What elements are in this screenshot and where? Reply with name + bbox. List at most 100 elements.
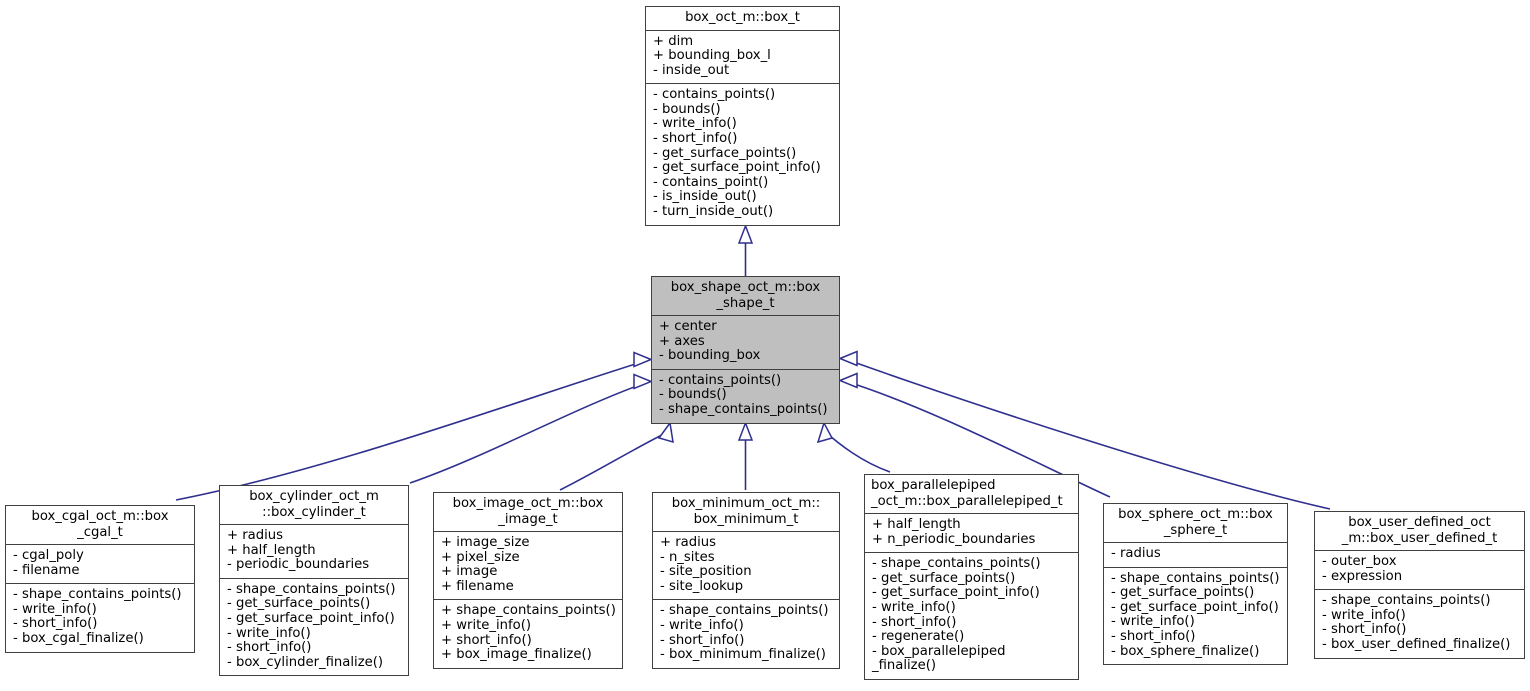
arrowhead-shape-right-lower — [838, 372, 858, 389]
attribute-row: + pixel_size — [441, 549, 520, 565]
method-row: - contains_point() — [653, 174, 769, 190]
arrowhead-shape-bottom-center — [737, 420, 754, 441]
arrowhead-shape-bottom-right — [816, 421, 834, 444]
method-row: - get_surface_points() — [872, 570, 1016, 586]
method-row: - write_info() — [13, 601, 97, 617]
class-node-box-user-defined-t[interactable]: box_user_defined_oct _m::box_user_define… — [1314, 511, 1525, 659]
method-row: - turn_inside_out() — [653, 204, 774, 220]
class-title-box-shape-t: box_shape_oct_m::box _shape_t — [670, 280, 821, 311]
class-diagram-canvas: box_t : vertical --> — [0, 0, 1530, 691]
attribute-row: - outer_box — [1322, 554, 1397, 569]
attribute-row: - periodic_boundaries — [227, 557, 370, 573]
method-row: - shape_contains_points() — [1322, 593, 1491, 609]
method-row: - shape_contains_points() — [872, 556, 1041, 572]
method-row: - is_inside_out() — [653, 189, 757, 205]
attribute-row: + filename — [441, 578, 514, 594]
method-row: + short_info() — [441, 632, 532, 648]
methods-box-minimum-t: - shape_contains_points() - write_info()… — [653, 600, 839, 667]
method-row: - get_surface_points() — [1111, 585, 1255, 601]
method-row: - shape_contains_points() — [660, 603, 829, 619]
class-node-box-t[interactable]: box_oct_m::box_t + dim + bounding_box_l … — [645, 6, 840, 226]
attribute-row: - expression — [1322, 568, 1403, 584]
class-title-box-user-defined-t: box_user_defined_oct _m::box_user_define… — [1341, 515, 1498, 546]
method-row: - bounds() — [659, 387, 727, 403]
method-row: - get_surface_point_info() — [227, 610, 395, 626]
method-row: - box_cgal_finalize() — [13, 630, 144, 646]
method-row: - write_info() — [227, 625, 311, 641]
class-node-box-sphere-t[interactable]: box_sphere_oct_m::box _sphere_t - radius… — [1103, 503, 1288, 666]
method-row: - shape_contains_points() — [1111, 570, 1280, 586]
methods-box-parallelepiped-t: - shape_contains_points() - get_surface_… — [865, 553, 1078, 679]
methods-box-sphere-t: - shape_contains_points() - get_surface_… — [1104, 568, 1287, 665]
arrowhead-shape-right-upper — [838, 350, 858, 367]
edge-box-cgal — [175, 360, 646, 501]
attributes-box-image-t: + image_size + pixel_size + image + file… — [434, 532, 622, 599]
attribute-row: - radius — [1111, 546, 1161, 561]
method-row: - write_info() — [872, 599, 956, 615]
method-row: - contains_points() — [653, 87, 776, 103]
class-node-box-shape-t[interactable]: box_shape_oct_m::box _shape_t + center +… — [651, 276, 840, 424]
method-row: - box_sphere_finalize() — [1111, 643, 1260, 659]
method-row: - get_surface_points() — [227, 596, 371, 612]
attributes-box-parallelepiped-t: + half_length + n_periodic_boundaries — [865, 514, 1078, 552]
attribute-row: - bounding_box — [659, 348, 761, 364]
method-row: - get_surface_points() — [653, 145, 797, 161]
attribute-row: + half_length — [872, 517, 961, 532]
methods-box-shape-t: - contains_points() - bounds() - shape_c… — [652, 370, 839, 423]
method-row: - shape_contains_points() — [227, 581, 396, 597]
method-row: - bounds() — [653, 101, 721, 117]
method-row: + shape_contains_points() — [441, 603, 616, 619]
attribute-row: - inside_out — [653, 62, 730, 78]
attribute-row: - site_lookup — [660, 578, 744, 594]
methods-box-t: - contains_points() - bounds() - write_i… — [646, 84, 839, 224]
methods-box-cylinder-t: - shape_contains_points() - get_surface_… — [220, 579, 408, 676]
edge-box-image — [559, 429, 673, 491]
method-row: - box_cylinder_finalize() — [227, 654, 384, 670]
class-title-box-minimum-t: box_minimum_oct_m:: box_minimum_t — [671, 496, 821, 527]
method-row: - short_info() — [1322, 622, 1407, 638]
attribute-row: + n_periodic_boundaries — [872, 531, 1036, 547]
attribute-row: + radius — [660, 535, 717, 550]
method-row: - short_info() — [1111, 628, 1196, 644]
class-title-box-cgal-t: box_cgal_oct_m::box _cgal_t — [31, 509, 169, 540]
class-node-box-cgal-t[interactable]: box_cgal_oct_m::box _cgal_t - cgal_poly … — [5, 505, 195, 653]
method-row: - regenerate() — [872, 629, 965, 645]
class-title-box-sphere-t: box_sphere_oct_m::box _sphere_t — [1118, 507, 1273, 538]
method-row: - write_info() — [1111, 614, 1195, 630]
method-row: - shape_contains_points() — [659, 401, 828, 417]
arrowhead-shape-bottom-left — [657, 421, 674, 444]
attribute-row: + image — [441, 564, 498, 580]
attribute-row: - filename — [13, 562, 80, 578]
attribute-row: - site_position — [660, 564, 752, 580]
attributes-box-cylinder-t: + radius + half_length - periodic_bounda… — [220, 525, 408, 578]
method-row: - short_info() — [227, 640, 312, 656]
method-row: + box_image_finalize() — [441, 647, 592, 663]
class-node-box-parallelepiped-t[interactable]: box_parallelepiped _oct_m::box_parallele… — [864, 474, 1079, 680]
class-node-box-image-t[interactable]: box_image_oct_m::box _image_t + image_si… — [433, 492, 623, 669]
attribute-row: + half_length — [227, 542, 316, 558]
method-row: - write_info() — [660, 617, 744, 633]
attribute-row: + image_size — [441, 535, 530, 550]
class-title-box-t: box_oct_m::box_t — [685, 10, 800, 25]
method-row: - short_info() — [653, 131, 738, 147]
method-row: - write_info() — [653, 116, 737, 132]
method-row: - get_surface_point_info() — [653, 160, 821, 176]
edge-box-parallelepiped — [822, 429, 891, 473]
arrowhead-shape-left-upper — [633, 351, 653, 368]
attribute-row: - n_sites — [660, 549, 715, 565]
class-node-box-cylinder-t[interactable]: box_cylinder_oct_m ::box_cylinder_t + ra… — [219, 485, 409, 677]
attributes-box-user-defined-t: - outer_box - expression — [1315, 551, 1524, 589]
method-row: - contains_points() — [659, 372, 782, 388]
class-title-box-parallelepiped-t: box_parallelepiped _oct_m::box_parallele… — [871, 478, 1063, 509]
attributes-box-t: + dim + bounding_box_l - inside_out — [646, 31, 839, 84]
class-node-box-minimum-t[interactable]: box_minimum_oct_m:: box_minimum_t + radi… — [652, 492, 840, 669]
methods-box-cgal-t: - shape_contains_points() - write_info()… — [6, 584, 194, 651]
arrowhead-shape-left-lower — [633, 373, 653, 390]
methods-box-user-defined-t: - shape_contains_points() - write_info()… — [1315, 590, 1524, 657]
method-row: - box_minimum_finalize() — [660, 647, 826, 663]
method-row: - short_info() — [660, 632, 745, 648]
attributes-box-sphere-t: - radius — [1104, 543, 1287, 567]
method-row: - short_info() — [872, 614, 957, 630]
method-row: - box_user_defined_finalize() — [1322, 636, 1511, 652]
method-row: - shape_contains_points() — [13, 587, 182, 603]
